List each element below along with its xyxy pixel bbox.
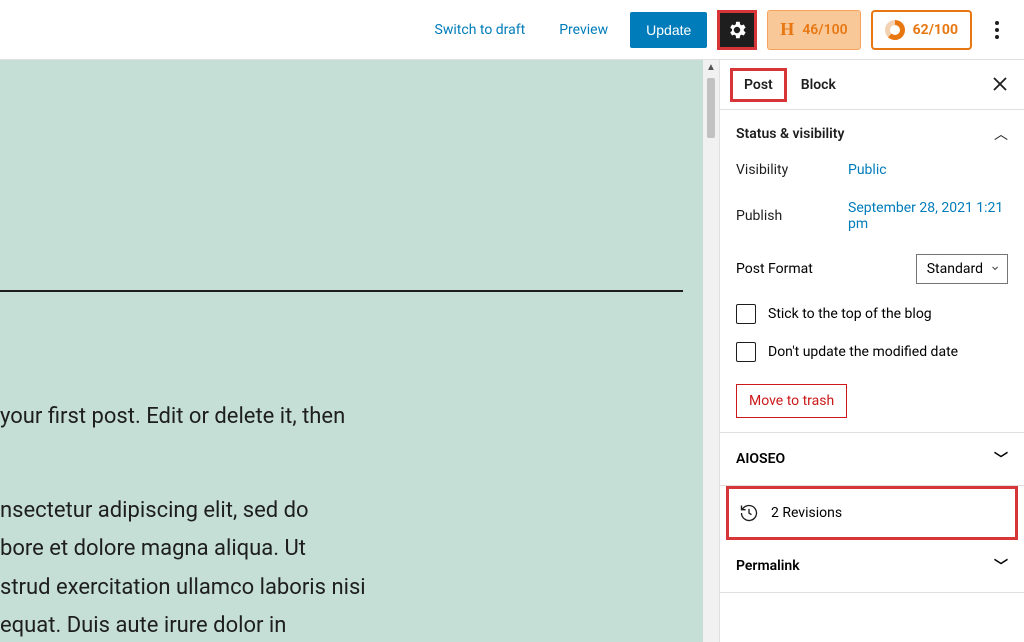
close-sidebar-button[interactable]: [986, 73, 1014, 97]
scroll-up-arrow-icon[interactable]: ▲: [706, 60, 716, 76]
headline-score-value: 46/100: [802, 22, 847, 38]
history-icon: [739, 503, 759, 523]
tab-block[interactable]: Block: [787, 67, 850, 103]
editor-topbar: Switch to draft Preview Update H 46/100 …: [0, 0, 1024, 60]
dont-update-date-row[interactable]: Don't update the modified date: [736, 342, 1008, 362]
aioseo-title: AIOSEO: [736, 451, 785, 467]
editor-canvas[interactable]: your first post. Edit or delete it, then…: [0, 60, 720, 642]
settings-button[interactable]: [717, 10, 757, 50]
body-line: nsectetur adipiscing elit, sed do: [0, 492, 703, 531]
body-line: equat. Duis aute irure dolor in: [0, 607, 703, 642]
visibility-value-link[interactable]: Public: [848, 162, 887, 178]
workspace: your first post. Edit or delete it, then…: [0, 60, 1024, 642]
update-button[interactable]: Update: [630, 12, 707, 48]
scrollbar-thumb[interactable]: [707, 78, 715, 138]
status-visibility-title: Status & visibility: [736, 126, 844, 142]
chevron-down-icon: ﹀: [994, 556, 1008, 576]
stick-label: Stick to the top of the blog: [768, 306, 932, 322]
visibility-row: Visibility Public: [736, 162, 1008, 178]
close-icon: [992, 76, 1008, 92]
preview-link[interactable]: Preview: [547, 14, 620, 46]
seo-donut-icon: [885, 20, 905, 40]
status-visibility-panel: Status & visibility ︿ Visibility Public …: [720, 110, 1024, 433]
publish-date-link[interactable]: September 28, 2021 1:21 pm: [848, 200, 1008, 232]
publish-row: Publish September 28, 2021 1:21 pm: [736, 200, 1008, 232]
revisions-button[interactable]: 2 Revisions: [726, 486, 1018, 540]
post-format-label: Post Format: [736, 261, 813, 277]
body-line: bore et dolore magna aliqua. Ut: [0, 530, 703, 569]
gear-icon: [726, 19, 748, 41]
body-line: strud exercitation ullamco laboris nisi: [0, 569, 703, 608]
permalink-title: Permalink: [736, 558, 800, 574]
more-options-button[interactable]: [982, 10, 1012, 50]
tab-post-label: Post: [744, 77, 773, 93]
headline-score-badge[interactable]: H 46/100: [767, 10, 860, 50]
stick-to-top-row[interactable]: Stick to the top of the blog: [736, 304, 1008, 324]
sidebar-tabs: Post Block: [720, 60, 1024, 110]
headline-h-icon: H: [780, 19, 794, 40]
post-format-select[interactable]: Standard: [916, 254, 1008, 284]
move-to-trash-button[interactable]: Move to trash: [736, 384, 847, 418]
tab-post[interactable]: Post: [730, 68, 787, 102]
separator-block[interactable]: [0, 290, 683, 292]
publish-label: Publish: [736, 208, 836, 224]
settings-sidebar: Post Block Status & visibility ︿ Visibil…: [720, 60, 1024, 642]
seo-score-badge[interactable]: 62/100: [871, 10, 972, 50]
visibility-label: Visibility: [736, 162, 836, 178]
dont-update-label: Don't update the modified date: [768, 344, 958, 360]
seo-score-value: 62/100: [913, 22, 958, 38]
canvas-scrollbar[interactable]: ▲: [703, 60, 719, 642]
stick-checkbox[interactable]: [736, 304, 756, 324]
post-intro-text[interactable]: your first post. Edit or delete it, then: [0, 397, 703, 437]
post-body-text[interactable]: nsectetur adipiscing elit, sed do bore e…: [0, 492, 703, 642]
chevron-down-icon: ﹀: [994, 449, 1008, 469]
status-visibility-toggle[interactable]: Status & visibility ︿: [736, 124, 1008, 144]
aioseo-panel-toggle[interactable]: AIOSEO ﹀: [720, 433, 1024, 486]
switch-to-draft-link[interactable]: Switch to draft: [423, 14, 538, 46]
dont-update-checkbox[interactable]: [736, 342, 756, 362]
chevron-up-icon: ︿: [994, 124, 1008, 144]
revisions-label: 2 Revisions: [771, 505, 842, 521]
post-format-row: Post Format Standard: [736, 254, 1008, 284]
permalink-panel-toggle[interactable]: Permalink ﹀: [720, 540, 1024, 593]
